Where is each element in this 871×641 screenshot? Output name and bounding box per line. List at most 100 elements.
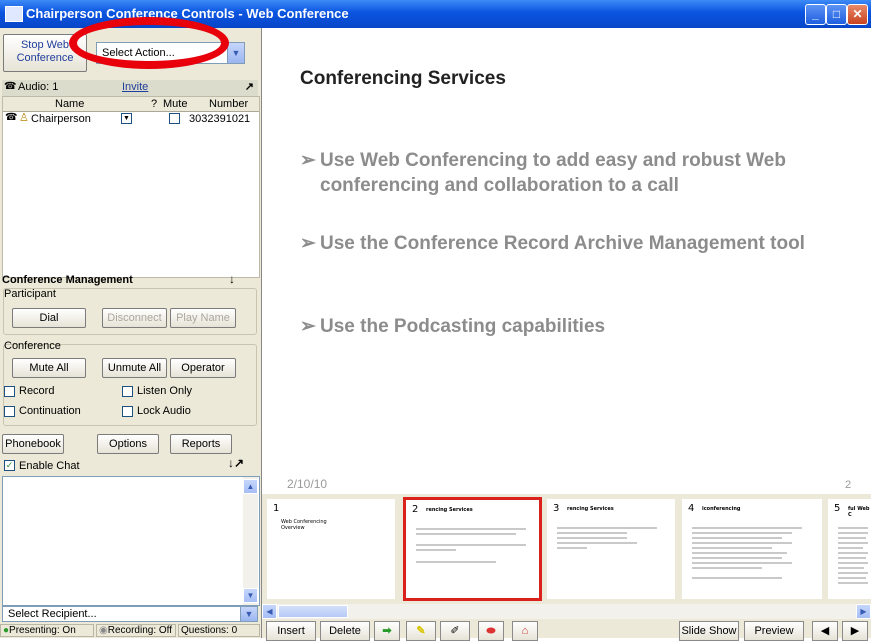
thumbnail-title: ful Web C — [848, 506, 870, 518]
highlighter-icon[interactable]: ✎ — [406, 621, 436, 641]
slide-thumbnail[interactable]: 1 Web Conferencing Overview — [267, 499, 395, 599]
presenting-status: ●Presenting: On — [0, 624, 94, 637]
row-dropdown[interactable]: ▼ — [121, 113, 132, 124]
previous-slide-icon[interactable]: ◀ — [812, 621, 838, 641]
listen-only-checkbox[interactable] — [122, 386, 133, 397]
table-row[interactable]: ☎ ♙ Chairperson ▼ 3032391021 — [3, 112, 259, 126]
maximize-button[interactable]: □ — [826, 4, 847, 25]
slide-bullet: ➢ Use the Podcasting capabilities — [300, 316, 606, 337]
options-button[interactable]: Options — [97, 434, 159, 454]
slide-bullet: ➢ Use the Conference Record Archive Manag… — [300, 233, 805, 254]
expand-arrow-icon[interactable]: ↗ — [245, 80, 254, 93]
eraser-icon[interactable]: ⬬ — [478, 621, 504, 641]
conference-management-title: Conference Management — [2, 274, 133, 286]
insert-button[interactable]: Insert — [266, 621, 316, 641]
chat-scrollbar[interactable]: ▲ ▼ — [243, 477, 258, 605]
thumbnail-title: rencing Services — [426, 507, 473, 513]
phonebook-button[interactable]: Phonebook — [2, 434, 64, 454]
col-name: Name — [55, 98, 85, 110]
thumbnail-title: rencing Services — [567, 506, 614, 512]
slide-page-number: 2 — [845, 479, 852, 491]
thumbnail-scrollbar[interactable]: ◀ ▶ — [262, 604, 871, 619]
annotation-circle — [69, 17, 229, 69]
chat-area[interactable]: ▲ ▼ — [2, 476, 260, 606]
dial-button[interactable]: Dial — [12, 308, 86, 328]
mute-all-button[interactable]: Mute All — [12, 358, 86, 378]
lock-audio-checkbox[interactable] — [122, 406, 133, 417]
questions-status: Questions: 0 — [178, 624, 260, 637]
record-checkbox[interactable] — [4, 386, 15, 397]
continuation-checkbox[interactable] — [4, 406, 15, 417]
slide-thumbnail[interactable]: 5 ful Web C — [828, 499, 871, 599]
clear-annotations-icon[interactable]: ⌂ — [512, 621, 538, 641]
chevron-down-icon: ▼ — [240, 607, 257, 621]
next-slide-icon[interactable]: ▶ — [842, 621, 868, 641]
lock-audio-label: Lock Audio — [137, 405, 191, 417]
record-dot-icon: ◉ — [99, 625, 108, 636]
bottom-toolbar: ◀ ▶ Insert Delete ➡ ✎ ✐ ⬬ ⌂ Slide Show P… — [262, 604, 871, 641]
left-panel: Stop Web Conference Select Action... ▼ ☎… — [0, 28, 262, 638]
scroll-up-icon[interactable]: ▲ — [243, 479, 258, 494]
scroll-left-icon[interactable]: ◀ — [262, 604, 277, 619]
record-label: Record — [19, 385, 55, 397]
preview-button[interactable]: Preview — [744, 621, 804, 641]
recording-status: ◉Recording: Off — [96, 624, 176, 637]
thumbnail-title: Web Conferencing Overview — [281, 519, 327, 531]
thumbnail-number: 1 — [273, 503, 280, 514]
thumbnail-strip: 1 Web Conferencing Overview 2 rencing Se… — [262, 494, 871, 604]
thumbnail-number: 3 — [553, 503, 560, 514]
col-number: Number — [209, 98, 249, 110]
play-name-button[interactable]: Play Name — [170, 308, 236, 328]
slide-date: 2/10/10 — [287, 477, 328, 491]
slide-thumbnail[interactable]: 3 rencing Services — [547, 499, 675, 599]
invite-link[interactable]: Invite — [122, 81, 148, 93]
collapse-arrow-icon[interactable]: ↓ — [229, 272, 235, 286]
slide-thumbnail[interactable]: 4 iconferencing — [682, 499, 822, 599]
unmute-all-button[interactable]: Unmute All — [102, 358, 167, 378]
continuation-label: Continuation — [19, 405, 81, 417]
status-bar: ●Presenting: On ◉Recording: Off Question… — [0, 624, 261, 638]
thumbnail-number: 4 — [688, 503, 695, 514]
thumbnail-title: iconferencing — [702, 506, 741, 512]
slide-bullet: ➢ Use Web Conferencing to add easy and ro… — [300, 150, 786, 196]
participant-list: Name ? Mute Number ☎ ♙ Chairperson ▼ 303… — [2, 96, 260, 278]
reports-button[interactable]: Reports — [170, 434, 232, 454]
disconnect-button[interactable]: Disconnect — [102, 308, 167, 328]
participant-number: 3032391021 — [189, 113, 251, 125]
phone-icon: ☎ — [4, 81, 17, 92]
enable-chat-label: Enable Chat — [19, 460, 80, 472]
select-recipient-value: Select Recipient... — [8, 608, 97, 620]
slide-show-button[interactable]: Slide Show — [679, 621, 739, 641]
chat-collapse-icon[interactable]: ↓↗ — [228, 456, 244, 470]
participant-name: Chairperson — [31, 113, 91, 125]
bullet-arrow-icon: ➢ — [300, 233, 316, 254]
pointer-arrow-icon[interactable]: ➡ — [374, 621, 400, 641]
app-icon — [5, 6, 23, 22]
minimize-button[interactable]: _ — [805, 4, 826, 25]
chevron-down-icon: ▼ — [227, 43, 244, 63]
scrollbar-thumb[interactable] — [278, 605, 348, 618]
chairperson-icon: ♙ — [19, 112, 29, 124]
select-recipient-dropdown[interactable]: Select Recipient... ▼ — [2, 606, 258, 622]
listen-only-label: Listen Only — [137, 385, 193, 397]
col-question: ? — [151, 98, 158, 110]
bullet-arrow-icon: ➢ — [300, 150, 316, 171]
thumbnail-number: 5 — [834, 503, 841, 514]
recording-text: Recording: Off — [107, 625, 173, 636]
slide-view: Conferencing Services ➢ Use Web Conferenc… — [262, 28, 871, 494]
thumbnail-number: 2 — [412, 504, 419, 515]
participant-list-header: Name ? Mute Number — [3, 97, 259, 112]
slide-thumbnail-selected[interactable]: 2 rencing Services — [403, 497, 542, 601]
participant-label: Participant — [4, 288, 56, 300]
close-button[interactable]: ✕ — [847, 4, 868, 25]
scroll-right-icon[interactable]: ▶ — [856, 604, 871, 619]
operator-button[interactable]: Operator — [170, 358, 236, 378]
conference-label: Conference — [4, 340, 61, 352]
mute-checkbox[interactable] — [169, 113, 180, 124]
pen-icon[interactable]: ✐ — [440, 621, 470, 641]
scroll-down-icon[interactable]: ▼ — [243, 588, 258, 603]
delete-button[interactable]: Delete — [320, 621, 370, 641]
enable-chat-checkbox[interactable]: ✓ — [4, 460, 15, 471]
bullet-arrow-icon: ➢ — [300, 316, 316, 337]
audio-count: Audio: 1 — [18, 81, 59, 93]
